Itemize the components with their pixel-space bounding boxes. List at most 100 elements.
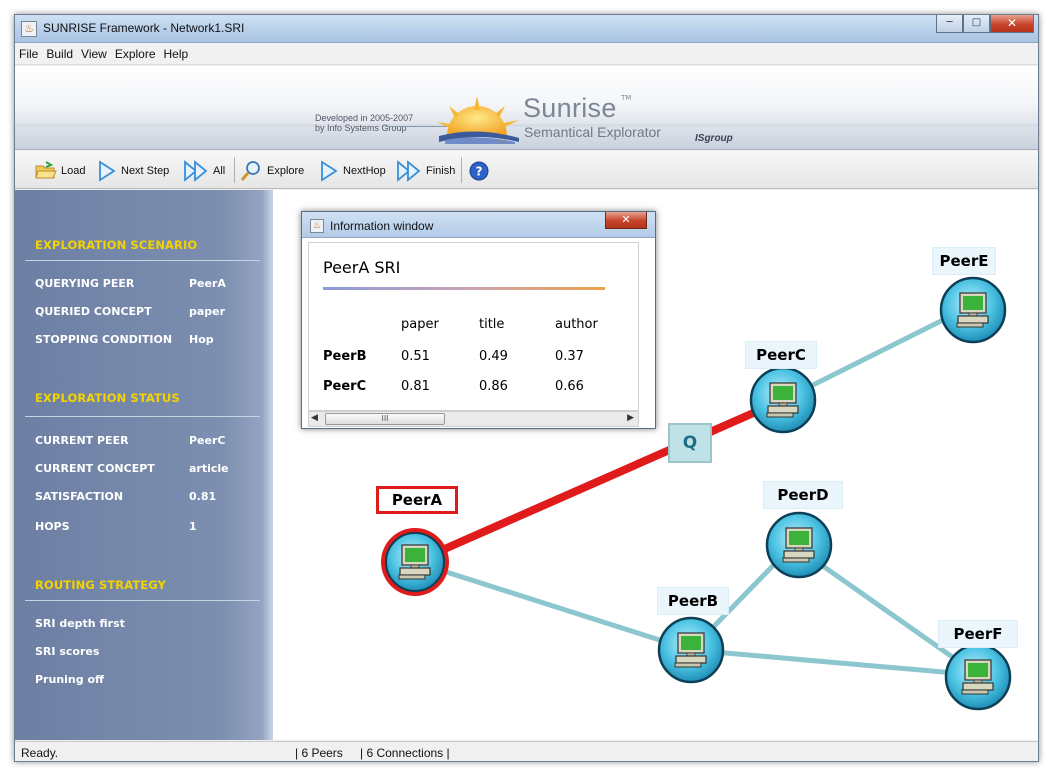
play-arrow-icon bbox=[321, 160, 338, 182]
maximize-button[interactable]: □ bbox=[963, 15, 990, 33]
scroll-left-icon[interactable]: ◀ bbox=[311, 413, 318, 423]
scroll-right-icon[interactable]: ▶ bbox=[627, 413, 634, 423]
satisfaction-label: SATISFACTION bbox=[35, 490, 124, 503]
window-controls: ─ □ ✕ bbox=[936, 15, 1034, 33]
routing-divider bbox=[25, 600, 260, 601]
load-label: Load bbox=[61, 165, 86, 177]
peer-label-a-selected[interactable]: PeerA bbox=[376, 486, 458, 514]
table-cell: 0.37 bbox=[555, 349, 584, 364]
row-header: PeerC bbox=[323, 379, 367, 394]
window-title: SUNRISE Framework - Network1.SRI bbox=[43, 21, 245, 35]
computer-icon bbox=[398, 544, 431, 580]
column-header: author bbox=[555, 317, 598, 332]
all-button[interactable]: All bbox=[183, 160, 225, 182]
table-cell: 0.66 bbox=[555, 379, 584, 394]
next-hop-button[interactable]: NextHop bbox=[319, 160, 386, 182]
java-app-icon: ♨ bbox=[310, 219, 324, 233]
peer-node-f bbox=[944, 643, 1012, 711]
connection-count: | 6 Connections | bbox=[360, 746, 450, 760]
current-peer-label: CURRENT PEER bbox=[35, 434, 129, 447]
horizontal-scrollbar[interactable]: ◀ III ▶ bbox=[308, 411, 639, 427]
querying-peer-value: PeerA bbox=[189, 277, 226, 290]
java-app-icon: ♨ bbox=[21, 21, 37, 37]
close-button[interactable]: ✕ bbox=[990, 15, 1034, 33]
peer-label-c[interactable]: PeerC bbox=[745, 341, 817, 369]
finish-label: Finish bbox=[426, 165, 456, 177]
queried-concept-value: paper bbox=[189, 305, 226, 318]
current-concept-value: article bbox=[189, 462, 229, 475]
fast-forward-icon bbox=[397, 160, 421, 182]
computer-icon bbox=[956, 292, 989, 328]
table-cell: 0.49 bbox=[479, 349, 508, 364]
load-button[interactable]: Load bbox=[35, 160, 85, 182]
info-window-title: Information window bbox=[330, 219, 434, 233]
brand-subtitle: Semantical Explorator bbox=[524, 124, 661, 140]
hops-value: 1 bbox=[189, 520, 197, 533]
peer-label-d[interactable]: PeerD bbox=[763, 481, 843, 509]
status-text: Ready. bbox=[21, 746, 59, 760]
menu-view[interactable]: View bbox=[81, 47, 107, 61]
sidebar-edge bbox=[263, 190, 273, 740]
title-bar[interactable]: ♨ SUNRISE Framework - Network1.SRI ─ □ ✕ bbox=[15, 15, 1038, 43]
link-peera-peerb bbox=[414, 559, 692, 653]
query-marker: Q bbox=[668, 423, 712, 463]
menu-file[interactable]: File bbox=[19, 47, 38, 61]
toolbar: Load Next Step All Explore NextHop Finis… bbox=[15, 151, 1038, 189]
explore-button[interactable]: Explore bbox=[239, 160, 304, 182]
menu-help[interactable]: Help bbox=[164, 47, 189, 61]
table-cell: 0.81 bbox=[401, 379, 430, 394]
routing-header: ROUTING STRATEGY bbox=[35, 578, 166, 592]
brand-name: Sunrise bbox=[523, 93, 617, 123]
table-cell: 0.86 bbox=[479, 379, 508, 394]
menu-explore[interactable]: Explore bbox=[115, 47, 156, 61]
minimize-button[interactable]: ─ bbox=[936, 15, 963, 33]
info-window-close-button[interactable]: ✕ bbox=[605, 212, 647, 229]
computer-icon bbox=[674, 632, 707, 668]
peer-label-f[interactable]: PeerF bbox=[938, 620, 1018, 648]
logo-trademark: TM bbox=[497, 139, 506, 146]
toolbar-separator bbox=[461, 157, 462, 183]
current-peer-value: PeerC bbox=[189, 434, 226, 447]
menu-bar: File Build View Explore Help bbox=[15, 43, 1038, 65]
all-label: All bbox=[213, 165, 226, 177]
peer-node-d bbox=[765, 511, 833, 579]
peer-label-e[interactable]: PeerE bbox=[932, 247, 996, 275]
querying-peer-label: QUERYING PEER bbox=[35, 277, 135, 290]
sunrise-logo-icon bbox=[437, 96, 519, 144]
peer-node-a bbox=[381, 528, 449, 596]
hops-label: HOPS bbox=[35, 520, 70, 533]
scroll-thumb[interactable]: III bbox=[325, 413, 445, 425]
status-divider bbox=[25, 416, 260, 417]
column-header: paper bbox=[401, 317, 439, 332]
brand-trademark: TM bbox=[621, 94, 632, 102]
peer-count: | 6 Peers bbox=[295, 746, 343, 760]
magnifier-icon bbox=[240, 161, 260, 181]
peer-label-b[interactable]: PeerB bbox=[657, 587, 729, 615]
computer-icon bbox=[766, 382, 799, 418]
status-bar: Ready. | 6 Peers | 6 Connections | bbox=[15, 741, 1038, 761]
finish-button[interactable]: Finish bbox=[396, 160, 455, 182]
row-header: PeerB bbox=[323, 349, 367, 364]
information-window: ♨ Information window ✕ PeerA SRI paper t… bbox=[301, 211, 656, 429]
scenario-divider bbox=[25, 260, 260, 261]
computer-icon bbox=[782, 527, 815, 563]
folder-open-icon bbox=[35, 161, 57, 179]
info-window-title-bar[interactable]: ♨ Information window ✕ bbox=[302, 212, 655, 238]
column-header: title bbox=[479, 317, 505, 332]
peer-node-c bbox=[749, 366, 817, 434]
svg-text:?: ? bbox=[476, 165, 483, 179]
app-window: ♨ SUNRISE Framework - Network1.SRI ─ □ ✕… bbox=[14, 14, 1039, 762]
help-button[interactable]: ? bbox=[468, 160, 494, 182]
table-cell: 0.51 bbox=[401, 349, 430, 364]
next-step-button[interactable]: Next Step bbox=[97, 160, 169, 182]
current-concept-label: CURRENT CONCEPT bbox=[35, 462, 155, 475]
routing-option: SRI scores bbox=[35, 645, 100, 658]
stopping-condition-value: Hop bbox=[189, 333, 214, 346]
menu-build[interactable]: Build bbox=[46, 47, 73, 61]
developed-line-1: Developed in 2005-2007 bbox=[315, 113, 414, 123]
toolbar-separator bbox=[234, 157, 235, 183]
explore-label: Explore bbox=[267, 165, 305, 177]
developed-line-2: by Info Systems Group bbox=[315, 123, 407, 133]
scenario-header: EXPLORATION SCENARIO bbox=[35, 238, 198, 252]
sri-title: PeerA SRI bbox=[323, 258, 401, 277]
